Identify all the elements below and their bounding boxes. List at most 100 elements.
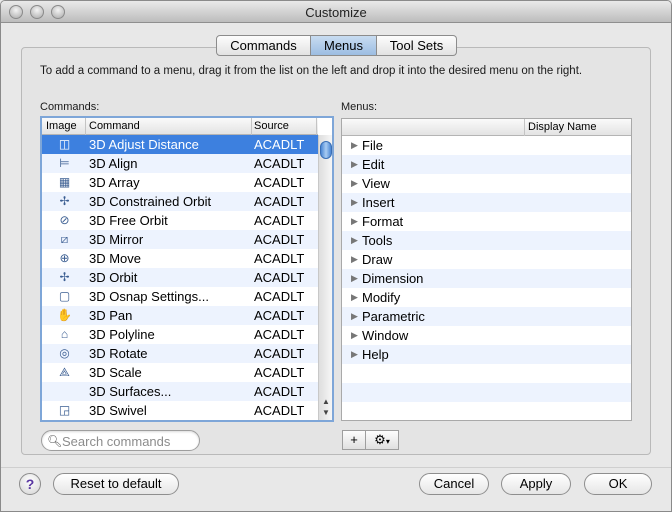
menu-item-label: Modify [362,290,401,305]
menu-item-label: Help [362,347,389,362]
table-row[interactable]: ✢ 3D Orbit ACADLT [42,268,318,287]
menu-item[interactable]: ▶ Tools [342,231,631,250]
command-source: ACADLT [254,384,305,399]
disclosure-triangle-icon[interactable]: ▶ [351,271,358,286]
menu-item[interactable]: ▶ Parametric [342,307,631,326]
menu-item-label: Tools [362,233,393,248]
table-row[interactable]: ⟁ 3D Scale ACADLT [42,363,318,382]
scroll-up-arrow[interactable]: ▲ [321,397,331,406]
cancel-button[interactable]: Cancel [419,473,489,495]
menu-item-label: File [362,138,383,153]
command-source: ACADLT [254,289,305,304]
scroll-down-arrow[interactable]: ▼ [321,408,331,417]
command-source: ACADLT [254,308,305,323]
menu-item[interactable]: ▶ Draw [342,250,631,269]
menu-item[interactable]: ▶ Modify [342,288,631,307]
help-button[interactable]: ? [19,473,41,495]
table-row[interactable]: ⊕ 3D Move ACADLT [42,249,318,268]
command-name: 3D Orbit [89,270,138,285]
command-name: 3D Swivel [89,403,147,418]
menu-item-label: Format [362,214,404,229]
empty-row [342,402,631,420]
reset-to-default-button[interactable]: Reset to default [53,473,179,495]
title-bar: Customize [1,1,671,23]
empty-row [342,383,631,402]
menu-item[interactable]: ▶ Format [342,212,631,231]
tab-commands[interactable]: Commands [216,35,311,56]
commands-table[interactable]: Image Command Source ◫ 3D Adjust Distance… [40,116,334,422]
table-row[interactable]: ⧄ 3D Mirror ACADLT [42,230,318,249]
ok-button[interactable]: OK [584,473,652,495]
header-source[interactable]: Source [254,120,289,132]
command-source: ACADLT [254,156,305,171]
menu-item[interactable]: ▶ Window [342,326,631,345]
constrained-orbit-icon: ✢ [59,194,70,208]
scroll-thumb[interactable] [320,141,332,159]
table-row[interactable]: ◫ 3D Adjust Distance ACADLT [42,135,318,154]
tab-tool-sets[interactable]: Tool Sets [377,35,457,56]
menu-item[interactable]: ▶ View [342,174,631,193]
gear-icon: ⚙ [374,432,386,447]
disclosure-triangle-icon[interactable]: ▶ [351,214,358,229]
menu-item[interactable]: ▶ File [342,136,631,155]
apply-button[interactable]: Apply [501,473,571,495]
commands-table-header: Image Command Source [42,118,318,135]
table-row[interactable]: ⊘ 3D Free Orbit ACADLT [42,211,318,230]
disclosure-triangle-icon[interactable]: ▶ [351,328,358,343]
command-name: 3D Mirror [89,232,144,247]
menu-item[interactable]: ▶ Help [342,345,631,364]
command-source: ACADLT [254,232,305,247]
command-source: ACADLT [254,175,305,190]
table-row[interactable]: ▦ 3D Array ACADLT [42,173,318,192]
disclosure-triangle-icon[interactable]: ▶ [351,252,358,267]
header-image[interactable]: Image [46,120,77,132]
commands-scrollbar[interactable]: ▲ ▼ [318,135,332,420]
move-icon: ⊕ [59,251,70,265]
menu-item-label: Window [362,328,409,343]
header-command[interactable]: Command [89,120,140,132]
menus-tree[interactable]: Display Name ▶ File ▶ Edit ▶ View ▶ Insert ▶ Form… [341,118,632,421]
orbit-icon: ✢ [59,270,70,284]
window-title: Customize [305,5,367,20]
table-row[interactable]: ▢ 3D Osnap Settings... ACADLT [42,287,318,306]
free-orbit-icon: ⊘ [59,213,70,227]
menu-item[interactable]: ▶ Edit [342,155,631,174]
command-name: 3D Move [89,251,142,266]
command-image [57,384,72,399]
disclosure-triangle-icon[interactable]: ▶ [351,309,358,324]
gear-menu-button[interactable]: ⚙▾ [366,430,399,450]
table-row[interactable]: ◎ 3D Rotate ACADLT [42,344,318,363]
add-menu-button[interactable]: + [342,430,366,450]
adjust-distance-icon: ◫ [58,137,71,151]
command-source: ACADLT [254,251,305,266]
table-row[interactable]: ⊨ 3D Align ACADLT [42,154,318,173]
disclosure-triangle-icon[interactable]: ▶ [351,157,358,172]
chevron-down-icon: ▾ [385,437,390,446]
table-row[interactable]: 3D Surfaces... ACADLT [42,382,318,401]
search-input[interactable] [62,433,194,449]
command-source: ACADLT [254,327,305,342]
disclosure-triangle-icon[interactable]: ▶ [351,176,358,191]
table-row[interactable]: ⌂ 3D Polyline ACADLT [42,325,318,344]
table-row[interactable]: ✢ 3D Constrained Orbit ACADLT [42,192,318,211]
disclosure-triangle-icon[interactable]: ▶ [351,347,358,362]
tab-menus[interactable]: Menus [311,35,377,56]
scale-icon: ⟁ [59,365,70,379]
disclosure-triangle-icon[interactable]: ▶ [351,233,358,248]
disclosure-triangle-icon[interactable]: ▶ [351,290,358,305]
header-display-name[interactable]: Display Name [528,121,596,133]
search-field[interactable]: 🔍︎ [41,430,200,451]
menu-item[interactable]: ▶ Insert [342,193,631,212]
disclosure-triangle-icon[interactable]: ▶ [351,138,358,153]
disclosure-triangle-icon[interactable]: ▶ [351,195,358,210]
command-name: 3D Free Orbit [89,213,168,228]
command-name: 3D Adjust Distance [89,137,199,152]
menu-item[interactable]: ▶ Dimension [342,269,631,288]
polyline-icon: ⌂ [60,327,69,341]
menu-item-label: Dimension [362,271,424,286]
table-row[interactable]: ◲ 3D Swivel ACADLT [42,401,318,420]
table-row[interactable]: ✋ 3D Pan ACADLT [42,306,318,325]
empty-row [342,364,631,383]
command-source: ACADLT [254,403,305,418]
menu-item-label: Insert [362,195,395,210]
